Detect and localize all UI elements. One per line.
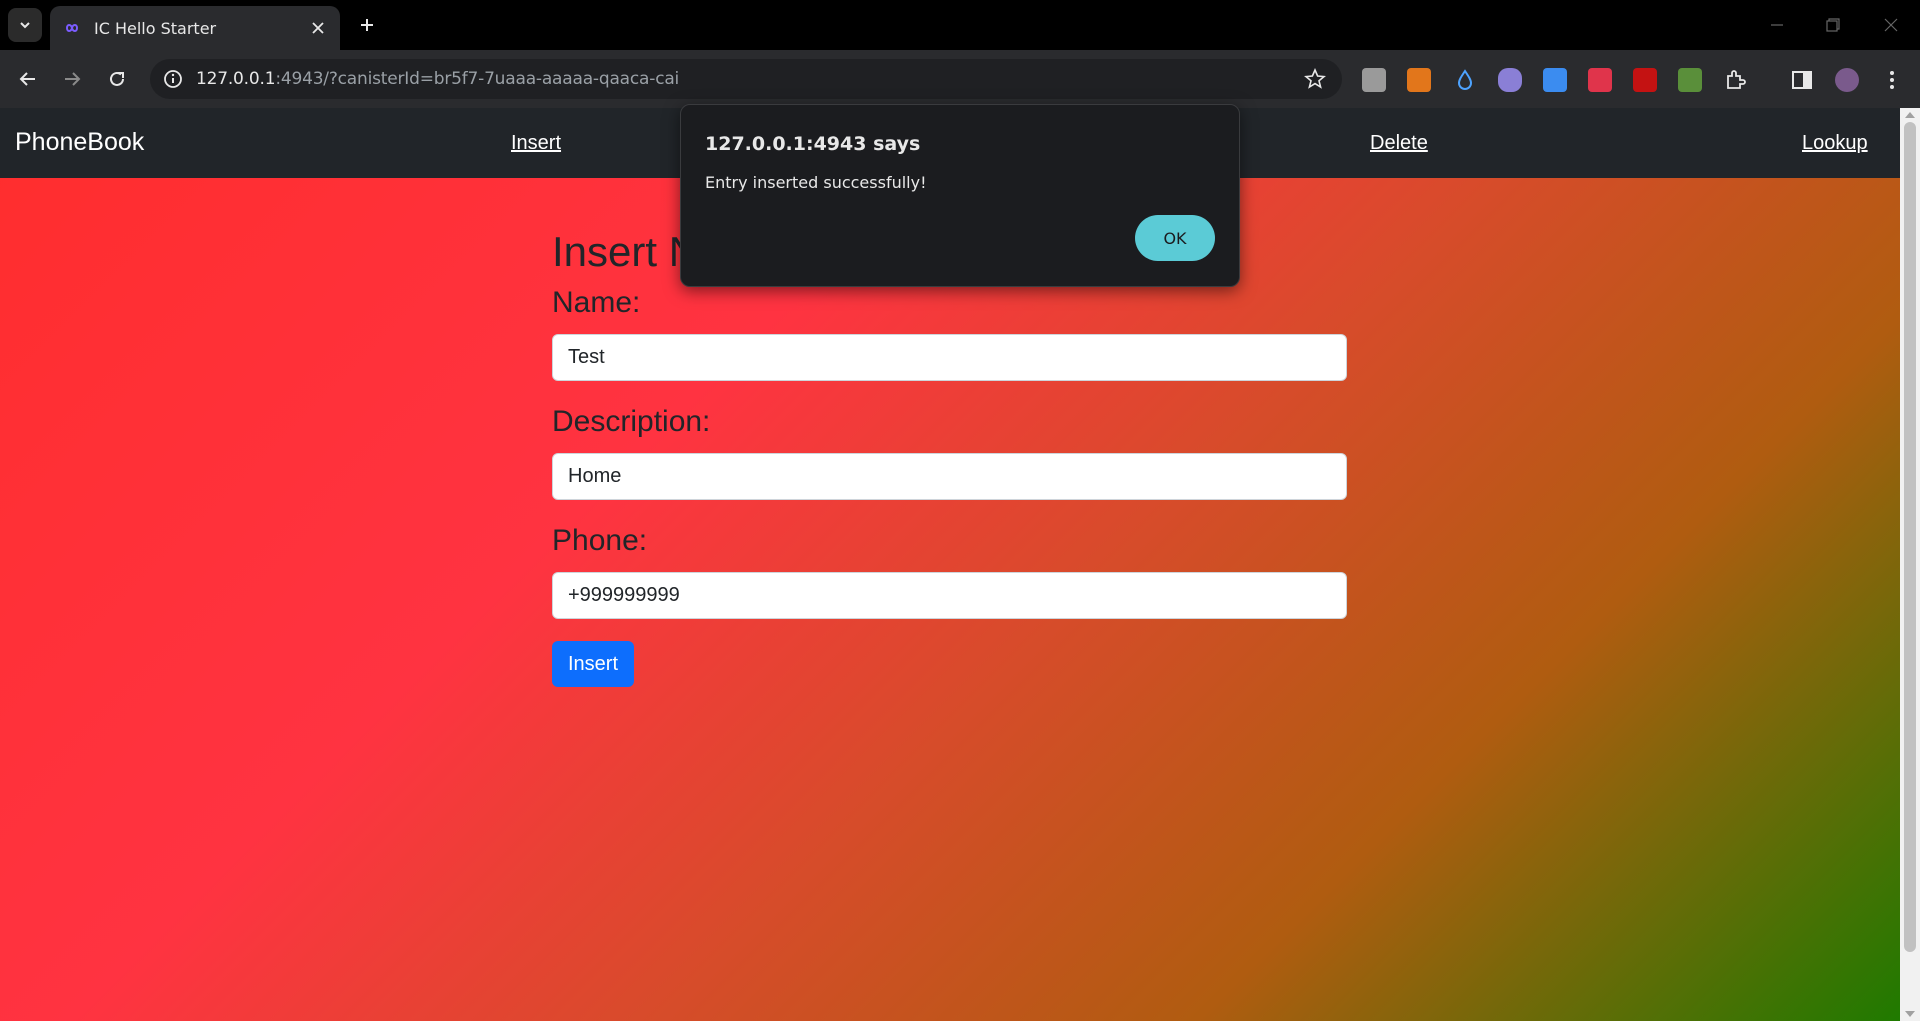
tab-title: IC Hello Starter: [94, 18, 217, 38]
address-bar[interactable]: 127.0.0.1:4943/?canisterId=br5f7-7uaaa-a…: [150, 59, 1342, 99]
restore-icon: [1826, 18, 1840, 32]
new-tab-button[interactable]: [354, 12, 380, 38]
scrollbar-thumb[interactable]: [1904, 122, 1916, 952]
insert-button[interactable]: Insert: [552, 641, 634, 687]
puzzle-icon[interactable]: [1723, 68, 1747, 92]
phone-input[interactable]: [552, 572, 1347, 619]
browser-tab[interactable]: IC Hello Starter: [50, 6, 340, 50]
url-path: :4943/?canisterId=br5f7-7uaaa-aaaaa-qaac…: [275, 69, 680, 89]
dialog-title: 127.0.0.1:4943 says: [705, 133, 921, 155]
browser-toolbar: 127.0.0.1:4943/?canisterId=br5f7-7uaaa-a…: [0, 50, 1920, 108]
back-button[interactable]: [14, 65, 42, 93]
nav-link-lookup[interactable]: Lookup: [1802, 132, 1868, 155]
metamask-extension-icon[interactable]: [1407, 68, 1431, 92]
drop-extension-icon[interactable]: [1453, 68, 1477, 92]
arrow-right-icon: [65, 72, 81, 86]
ghost-extension-icon[interactable]: [1498, 68, 1522, 92]
scroll-up-arrow[interactable]: [1905, 112, 1915, 118]
profile-avatar[interactable]: [1835, 68, 1859, 92]
plus-icon: [361, 19, 373, 31]
close-tab-icon[interactable]: [308, 18, 328, 38]
extension-1-icon[interactable]: [1362, 68, 1386, 92]
dialog-message: Entry inserted successfully!: [705, 173, 927, 192]
restore-button[interactable]: [1820, 12, 1846, 38]
minimize-button[interactable]: [1764, 12, 1790, 38]
kebab-menu-icon[interactable]: [1880, 68, 1904, 92]
close-icon: [1884, 18, 1898, 32]
tab-strip: IC Hello Starter: [0, 0, 1920, 50]
reload-icon: [110, 71, 124, 86]
url-text[interactable]: 127.0.0.1:4943/?canisterId=br5f7-7uaaa-a…: [196, 69, 679, 89]
infinity-icon: [65, 24, 79, 32]
info-icon[interactable]: [162, 68, 184, 90]
pocket-extension-icon[interactable]: [1588, 68, 1612, 92]
page-scrollbar[interactable]: [1900, 108, 1920, 1021]
phone-label: Phone:: [552, 524, 648, 557]
star-icon[interactable]: [1304, 68, 1326, 90]
name-input[interactable]: [552, 334, 1347, 381]
minimize-icon: [1771, 24, 1783, 26]
name-label: Name:: [552, 286, 641, 319]
shield-extension-icon[interactable]: [1678, 68, 1702, 92]
arrow-left-icon: [19, 72, 35, 86]
scroll-down-arrow[interactable]: [1905, 1011, 1915, 1017]
url-host: 127.0.0.1: [196, 69, 276, 89]
chevron-down-icon: [20, 22, 30, 29]
camera-extension-icon[interactable]: [1543, 68, 1567, 92]
forward-button[interactable]: [58, 65, 86, 93]
description-label: Description:: [552, 405, 711, 438]
description-input[interactable]: [552, 453, 1347, 500]
nav-link-insert[interactable]: Insert: [511, 132, 561, 155]
side-panel-icon[interactable]: [1790, 68, 1814, 92]
alert-dialog: 127.0.0.1:4943 says Entry inserted succe…: [680, 104, 1240, 287]
nav-link-delete[interactable]: Delete: [1370, 132, 1428, 155]
ok-button[interactable]: OK: [1135, 215, 1215, 261]
insert-form: Insert N Name: Description: Phone: Inser…: [552, 228, 1347, 687]
brand-logo[interactable]: PhoneBook: [15, 128, 144, 157]
tab-search-button[interactable]: [8, 8, 42, 42]
pdf-extension-icon[interactable]: [1633, 68, 1657, 92]
reload-button[interactable]: [103, 65, 131, 93]
close-window-button[interactable]: [1878, 12, 1904, 38]
